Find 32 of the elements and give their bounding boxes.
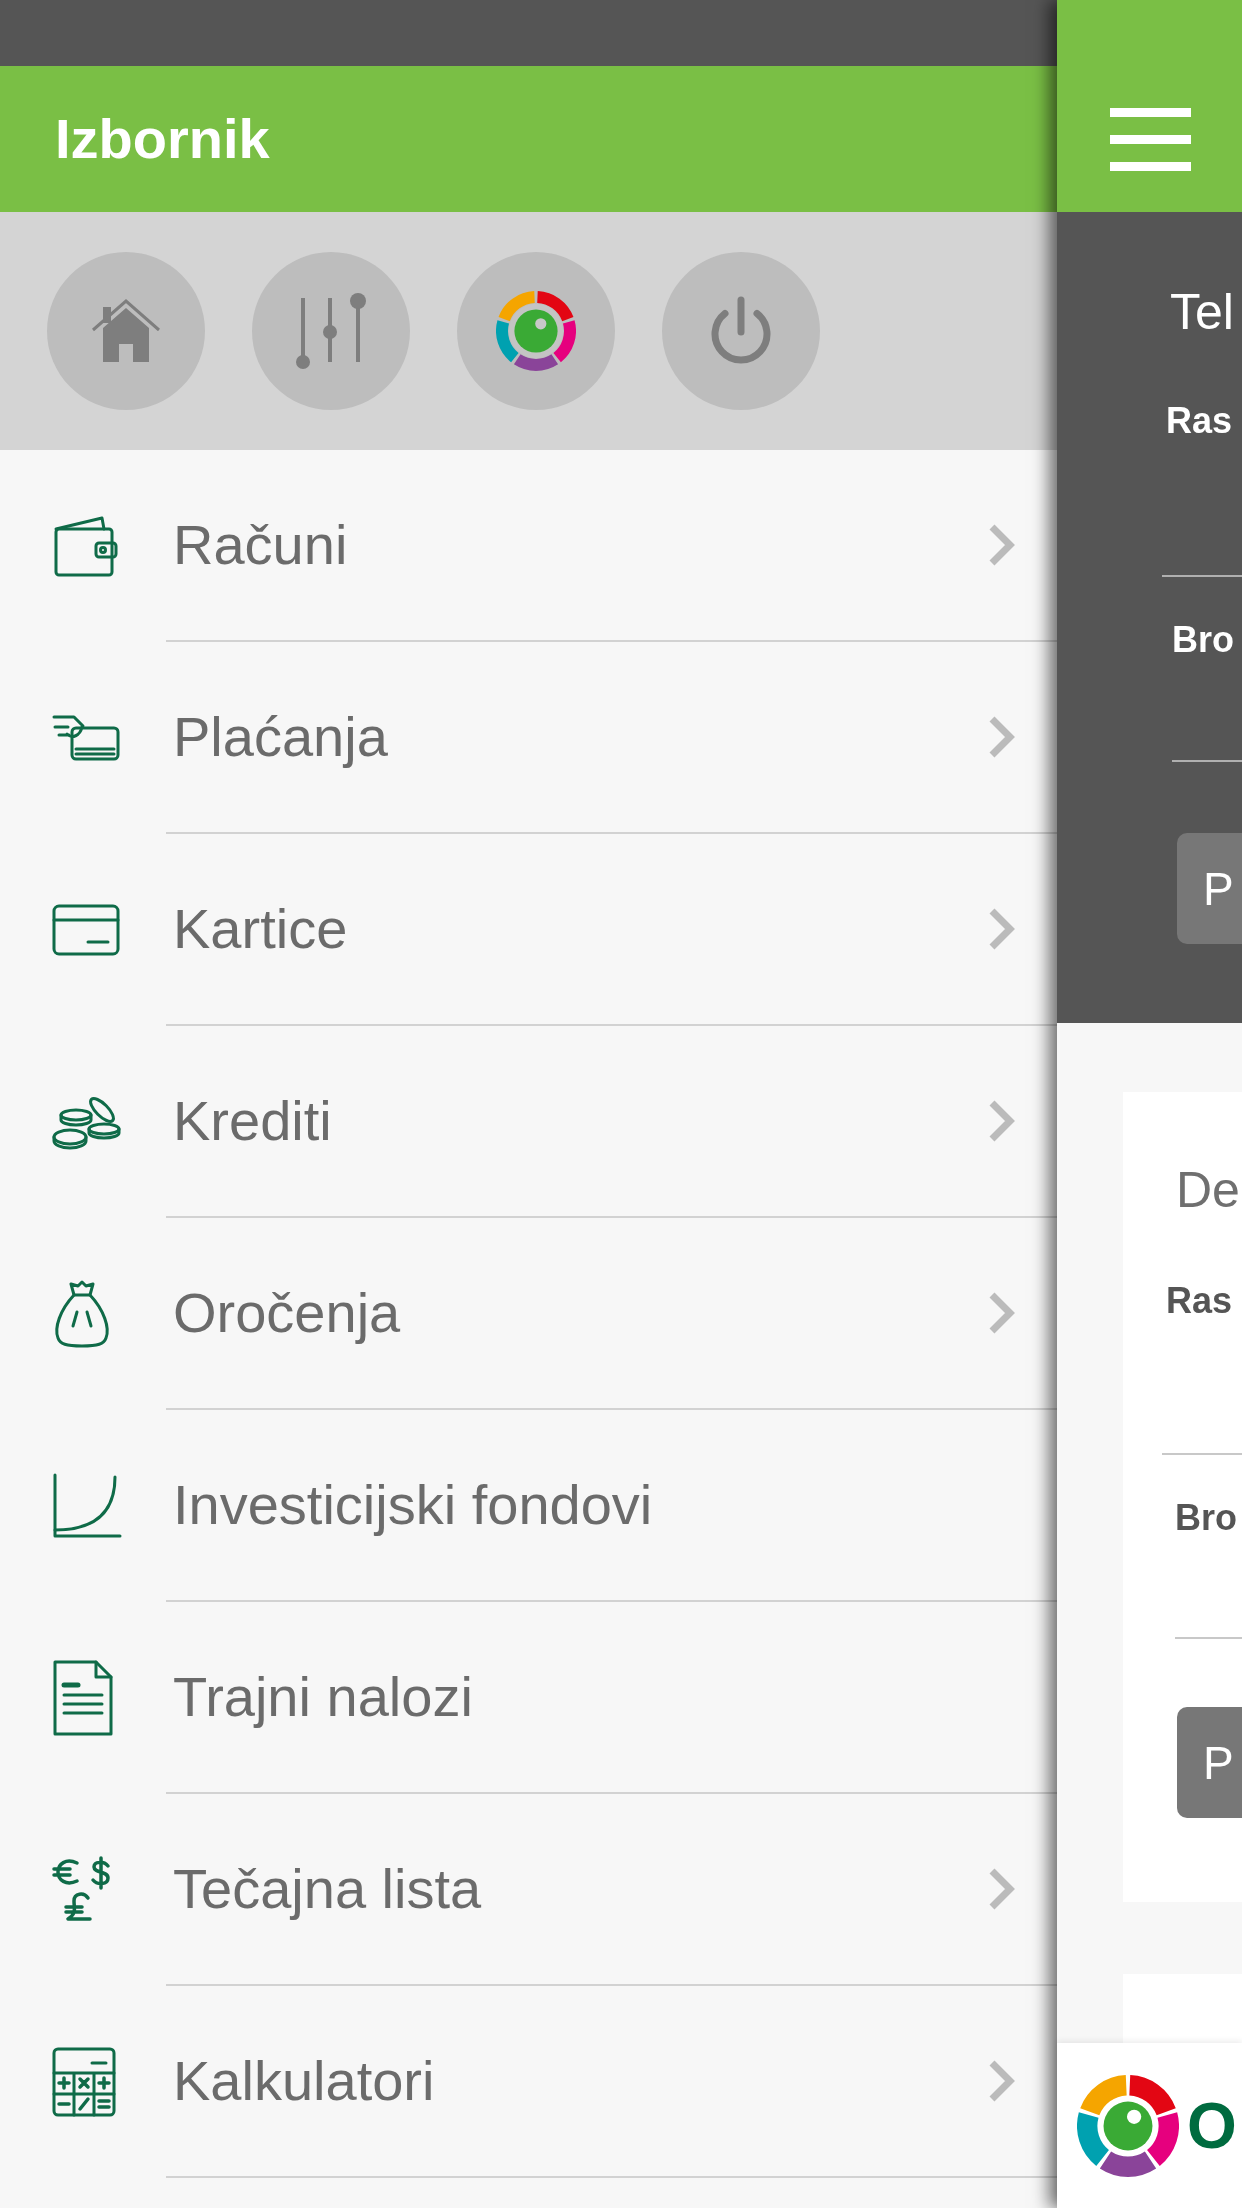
ring-logo-icon	[496, 291, 576, 371]
chevron-right-icon	[988, 1867, 1016, 1911]
wallet-icon	[52, 514, 120, 578]
ring-logo-icon	[1077, 2074, 1179, 2177]
brand-name: O	[1187, 2089, 1237, 2162]
menu-item[interactable]: Kalkulatori	[0, 1986, 1057, 2178]
action-button[interactable]: P	[1177, 833, 1242, 944]
chevron-right-icon	[988, 907, 1016, 951]
hand-card-icon	[52, 714, 120, 762]
calculator-icon	[52, 2047, 116, 2117]
chevron-right-icon	[988, 523, 1016, 567]
document-icon	[52, 1659, 114, 1737]
field-label: Ras	[1166, 1280, 1233, 1322]
chevron-right-icon	[988, 715, 1016, 759]
menu-icon[interactable]	[1110, 107, 1191, 171]
action-button[interactable]: P	[1177, 1707, 1242, 1818]
card-icon	[52, 904, 120, 956]
power-icon	[709, 296, 773, 366]
section-title: De	[1176, 1162, 1240, 1218]
field-label: Bro	[1175, 1497, 1237, 1539]
sliders-icon	[295, 292, 367, 370]
money-bag-icon	[52, 1280, 112, 1348]
growth-chart-icon	[52, 1473, 122, 1539]
currency-icon	[52, 1856, 112, 1924]
field-label: Ras	[1166, 400, 1233, 442]
chevron-right-icon	[988, 1291, 1016, 1335]
chevron-right-icon	[988, 1099, 1016, 1143]
drawer-title: Izbornik	[55, 106, 270, 172]
home-icon	[91, 299, 161, 363]
chevron-right-icon	[988, 2059, 1016, 2103]
section-title: Tel	[1170, 284, 1234, 340]
field-label: Bro	[1172, 619, 1234, 661]
